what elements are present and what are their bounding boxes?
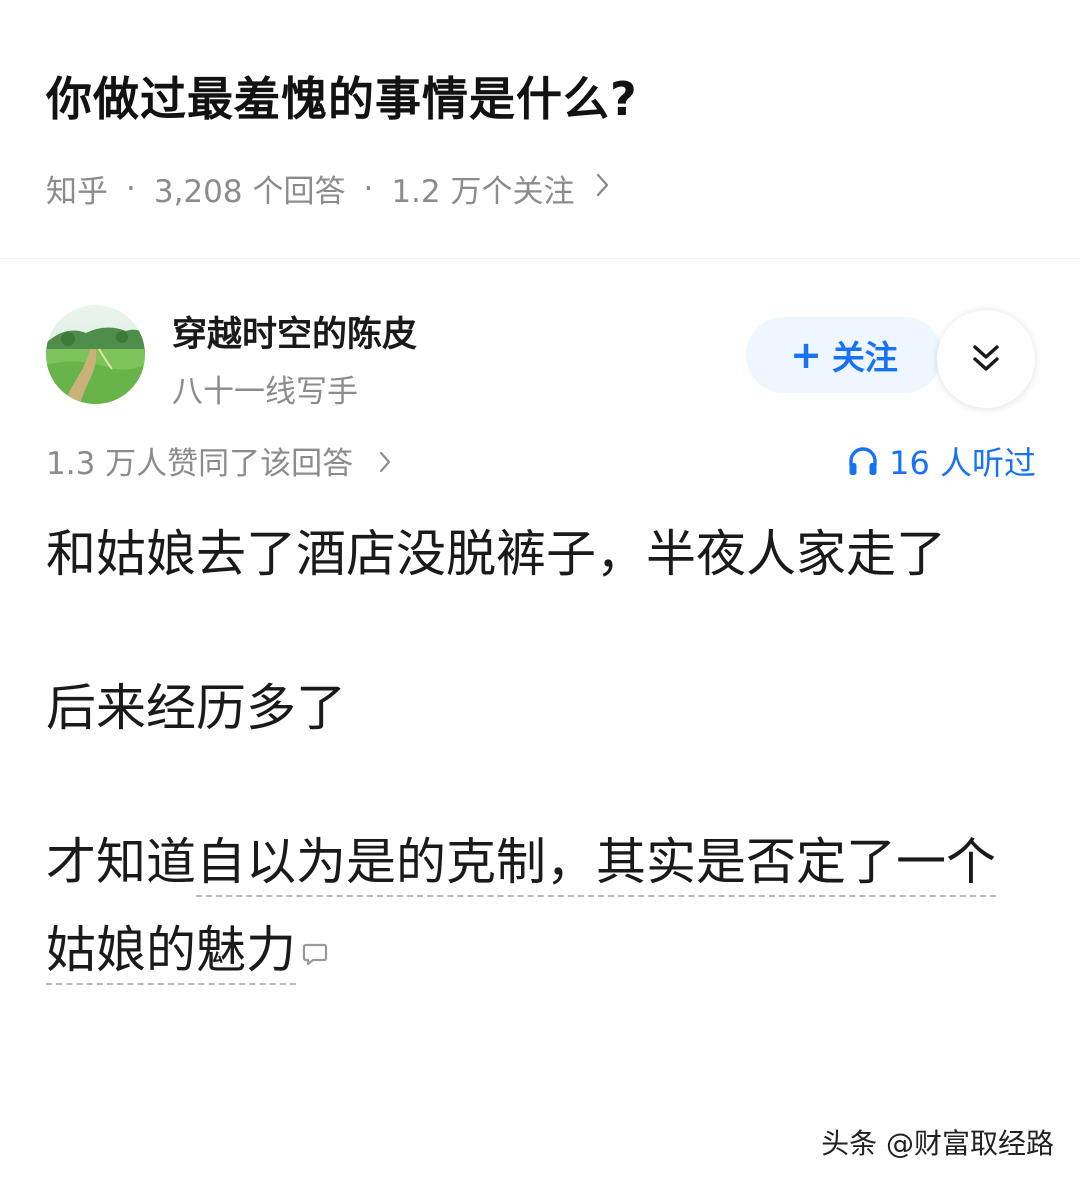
chevron-right-icon xyxy=(379,446,391,482)
question-header[interactable]: 你做过最羞愧的事情是什么? 知乎 · 3,208 个回答 · 1.2 万个关注 xyxy=(46,72,1040,210)
answer-paragraph: 后来经历多了 xyxy=(46,679,346,737)
follow-button[interactable]: + 关注 xyxy=(746,317,942,393)
upvote-summary[interactable]: 1.3 万人赞同了该回答 xyxy=(46,438,391,483)
plus-icon: + xyxy=(790,333,822,377)
author-bio: 八十一线写手 xyxy=(172,374,358,410)
follower-count: 1.2 万个关注 xyxy=(391,174,575,210)
headphones-icon xyxy=(849,447,877,475)
meta-separator: · xyxy=(363,170,374,207)
double-chevron-down-icon xyxy=(973,345,999,371)
section-divider xyxy=(0,258,1080,259)
meta-separator: · xyxy=(126,170,136,207)
source-label: 知乎 xyxy=(46,174,108,210)
watermark: 头条 @财富取经路 xyxy=(821,1127,1054,1160)
question-title[interactable]: 你做过最羞愧的事情是什么? xyxy=(46,72,1040,127)
answer-paragraph: 和姑娘去了酒店没脱裤子，半夜人家走了 xyxy=(46,525,946,583)
comment-icon[interactable] xyxy=(302,906,328,994)
answer-paragraph: 才知道自以为是的克制，其实是否定了一个姑娘的魅力 xyxy=(46,818,1036,994)
collapse-button[interactable] xyxy=(937,310,1035,408)
listen-button[interactable]: 16 人听过 xyxy=(847,438,1036,484)
upvote-count: 1.3 万人赞同了该回答 xyxy=(46,446,354,482)
landscape-avatar-icon xyxy=(46,305,145,404)
answer-stats: 1.3 万人赞同了该回答 16 人听过 xyxy=(46,438,1036,482)
answer-count: 3,208 个回答 xyxy=(153,174,346,210)
author-name[interactable]: 穿越时空的陈皮 xyxy=(172,306,417,357)
question-meta[interactable]: 知乎 · 3,208 个回答 · 1.2 万个关注 xyxy=(46,166,610,211)
chevron-right-icon xyxy=(596,171,610,206)
avatar[interactable] xyxy=(46,305,145,404)
answer-content[interactable]: 和姑娘去了酒店没脱裤子，半夜人家走了 后来经历多了 才知道自以为是的克制，其实是… xyxy=(46,510,1036,994)
follow-label: 关注 xyxy=(831,338,898,377)
listen-count: 16 人听过 xyxy=(889,444,1036,482)
answer-text: 才知道 xyxy=(46,833,196,891)
